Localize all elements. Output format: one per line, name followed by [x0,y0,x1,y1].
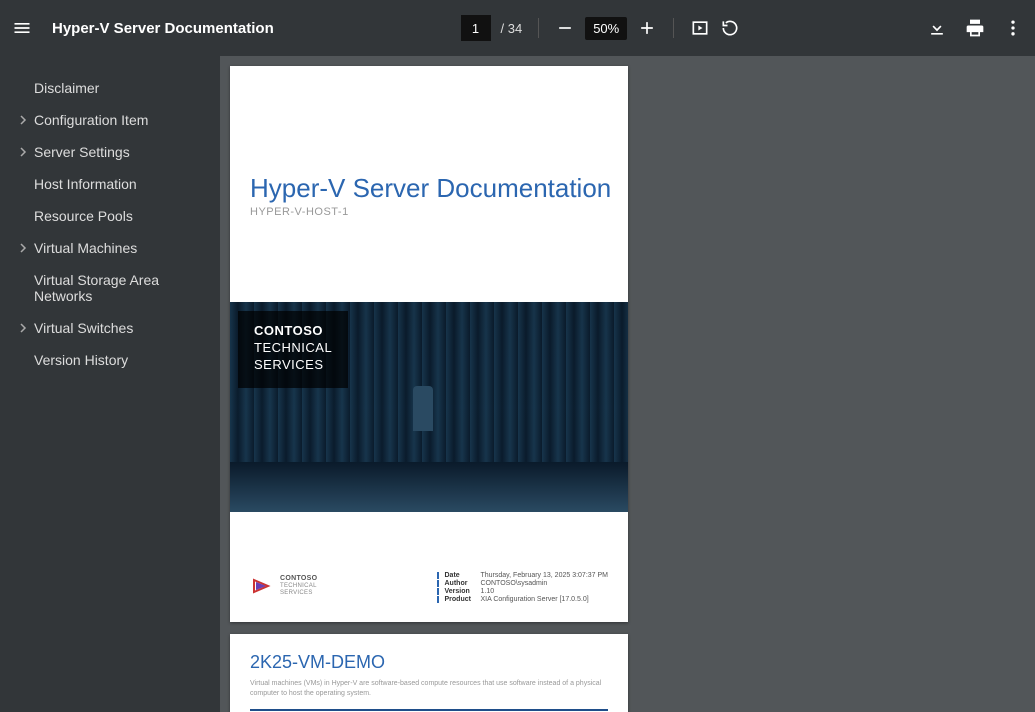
more-menu-button[interactable] [1003,18,1023,38]
vm-title: 2K25-VM-DEMO [250,652,608,673]
outline-item[interactable]: Virtual Machines [0,232,220,264]
zoom-value[interactable]: 50% [585,17,627,40]
outline-label: Disclaimer [34,80,206,96]
doc-title: Hyper-V Server Documentation [52,20,274,37]
chevron-right-icon[interactable] [18,115,28,125]
chevron-right-icon[interactable] [18,243,28,253]
download-button[interactable] [927,18,947,38]
outline-label: Server Settings [34,144,206,160]
rotate-button[interactable] [720,18,740,38]
cover-meta: DateThursday, February 13, 2025 3:07:37 … [437,572,609,604]
pdf-toolbar: Hyper-V Server Documentation / 34 50% [0,0,1035,56]
vm-description: Virtual machines (VMs) in Hyper-V are so… [250,679,608,699]
general-settings-section: General Settings Generation2Identifier24… [250,709,608,712]
outline-item[interactable]: Host Information [0,168,220,200]
outline-item[interactable]: Version History [0,344,220,376]
outline-label: Virtual Switches [34,320,206,336]
outline-label: Virtual Machines [34,240,206,256]
menu-icon[interactable] [12,18,32,38]
print-button[interactable] [965,18,985,38]
outline-item[interactable]: Virtual Storage Area Networks [0,264,220,312]
outline-label: Resource Pools [34,208,206,224]
fit-page-button[interactable] [690,18,710,38]
outline-item[interactable]: Virtual Switches [0,312,220,344]
zoom-out-button[interactable] [555,18,575,38]
page-subtitle: HYPER-V-HOST-1 [250,206,349,218]
page-total: / 34 [501,21,523,36]
pdf-page-1: Hyper-V Server Documentation HYPER-V-HOS… [230,66,628,622]
page-title: Hyper-V Server Documentation [250,173,611,204]
outline-label: Version History [34,352,206,368]
chevron-right-icon[interactable] [18,147,28,157]
outline-sidebar: Disclaimer Configuration Item Server Setti… [0,56,220,712]
page-viewer[interactable]: Hyper-V Server Documentation HYPER-V-HOS… [220,56,1035,712]
zoom-in-button[interactable] [637,18,657,38]
outline-label: Host Information [34,176,206,192]
outline-item[interactable]: Server Settings [0,136,220,168]
outline-item[interactable]: Resource Pools [0,200,220,232]
chevron-right-icon[interactable] [18,323,28,333]
outline-label: Configuration Item [34,112,206,128]
page-number-input[interactable] [461,15,491,41]
outline-item[interactable]: Disclaimer [0,72,220,104]
footer-logo: CONTOSO TECHNICAL SERVICES [250,574,317,598]
outline-item[interactable]: Configuration Item [0,104,220,136]
cover-badge: CONTOSO TECHNICAL SERVICES [238,311,348,388]
outline-label: Virtual Storage Area Networks [34,272,206,304]
pdf-page-vm-detail: 2K25-VM-DEMO Virtual machines (VMs) in H… [230,634,628,712]
